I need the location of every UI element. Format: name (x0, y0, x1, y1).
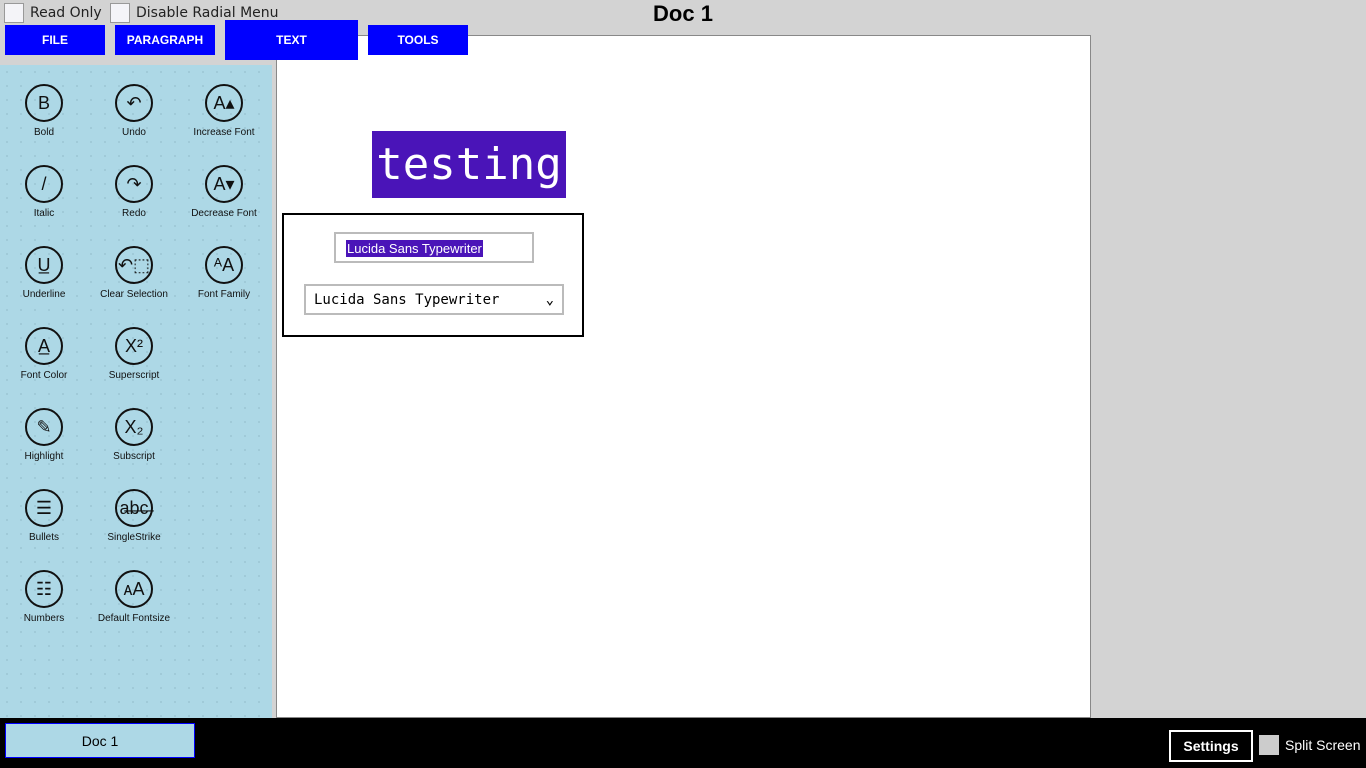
tool-label: Font Color (20, 370, 68, 381)
tool-italic[interactable]: / Italic (0, 165, 89, 219)
tool-label: Superscript (108, 370, 160, 381)
doc-tab[interactable]: Doc 1 (5, 723, 195, 758)
tool-label: Default Fontsize (97, 613, 171, 624)
tool-font-family[interactable]: ᴬA Font Family (179, 246, 269, 300)
font-input[interactable]: Lucida Sans Typewriter (334, 232, 534, 263)
tool-superscript[interactable]: X² Superscript (89, 327, 179, 381)
tool-label: Bold (33, 127, 54, 138)
underline-icon: U̲ (25, 246, 63, 284)
footer-bar: Doc 1 Settings Split Screen (0, 718, 1366, 768)
font-family-popup: Lucida Sans Typewriter Lucida Sans Typew… (282, 213, 584, 337)
numbers-icon: ☷ (25, 570, 63, 608)
tool-decrease-font[interactable]: A▾ Decrease Font (179, 165, 269, 219)
tool-redo[interactable]: ↷ Redo (89, 165, 179, 219)
tool-numbers[interactable]: ☷ Numbers (0, 570, 89, 624)
decrease-font-icon: A▾ (205, 165, 243, 203)
tool-label: Highlight (24, 451, 64, 462)
tool-label: Redo (122, 208, 146, 219)
tool-label: Italic (33, 208, 55, 219)
tool-label: Numbers (23, 613, 65, 624)
tab-file[interactable]: FILE (5, 25, 105, 55)
split-screen-checkbox[interactable] (1259, 735, 1279, 755)
tool-default-fontsize[interactable]: ᴀA Default Fontsize (89, 570, 179, 624)
tool-bullets[interactable]: ☰ Bullets (0, 489, 89, 543)
split-screen-label: Split Screen (1285, 737, 1361, 753)
subscript-icon: X₂ (115, 408, 153, 446)
document-canvas[interactable]: testing Lucida Sans Typewriter Lucida Sa… (276, 35, 1091, 718)
tool-label: Undo (122, 127, 146, 138)
clear-selection-icon: ↶⬚ (115, 246, 153, 284)
tab-text[interactable]: TEXT (225, 20, 358, 60)
highlight-icon: ✎ (25, 408, 63, 446)
tool-label: Font Family (197, 289, 251, 300)
tab-paragraph[interactable]: PARAGRAPH (115, 25, 215, 55)
tool-label: Increase Font (193, 127, 255, 138)
text-box[interactable]: testing (372, 131, 566, 198)
font-family-icon: ᴬA (205, 246, 243, 284)
tool-clear-selection[interactable]: ↶⬚ Clear Selection (89, 246, 179, 300)
settings-button[interactable]: Settings (1169, 730, 1253, 762)
tool-undo[interactable]: ↶ Undo (89, 84, 179, 138)
bullets-icon: ☰ (25, 489, 63, 527)
undo-icon: ↶ (115, 84, 153, 122)
italic-icon: / (25, 165, 63, 203)
superscript-icon: X² (115, 327, 153, 365)
increase-font-icon: A▴ (205, 84, 243, 122)
strikethrough-icon: a̶b̶c̶ (115, 489, 153, 527)
tool-underline[interactable]: U̲ Underline (0, 246, 89, 300)
tool-label: Clear Selection (100, 289, 168, 300)
tool-label: Underline (22, 289, 66, 300)
tool-label: Subscript (113, 451, 155, 462)
text-tools-panel: B Bold ↶ Undo A▴ Increase Font / Italic ↷ Redo A▾ D… (0, 65, 272, 718)
font-select-value: Lucida Sans Typewriter (314, 291, 500, 308)
default-fontsize-icon: ᴀA (115, 570, 153, 608)
font-select[interactable]: Lucida Sans Typewriter ⌄ (304, 284, 564, 315)
page-title: Doc 1 (653, 1, 713, 26)
tool-label: Decrease Font (191, 208, 257, 219)
tool-font-color[interactable]: A̲ Font Color (0, 327, 89, 381)
tool-increase-font[interactable]: A▴ Increase Font (179, 84, 269, 138)
bold-icon: B (25, 84, 63, 122)
tool-subscript[interactable]: X₂ Subscript (89, 408, 179, 462)
chevron-down-icon: ⌄ (545, 291, 554, 308)
redo-icon: ↷ (115, 165, 153, 203)
font-color-icon: A̲ (25, 327, 63, 365)
font-input-value: Lucida Sans Typewriter (346, 240, 483, 257)
tool-label: SingleStrike (107, 532, 161, 543)
tool-singlestrike[interactable]: a̶b̶c̶ SingleStrike (89, 489, 179, 543)
tool-bold[interactable]: B Bold (0, 84, 89, 138)
tool-label: Bullets (28, 532, 59, 543)
tool-highlight[interactable]: ✎ Highlight (0, 408, 89, 462)
tab-tools[interactable]: TOOLS (368, 25, 468, 55)
